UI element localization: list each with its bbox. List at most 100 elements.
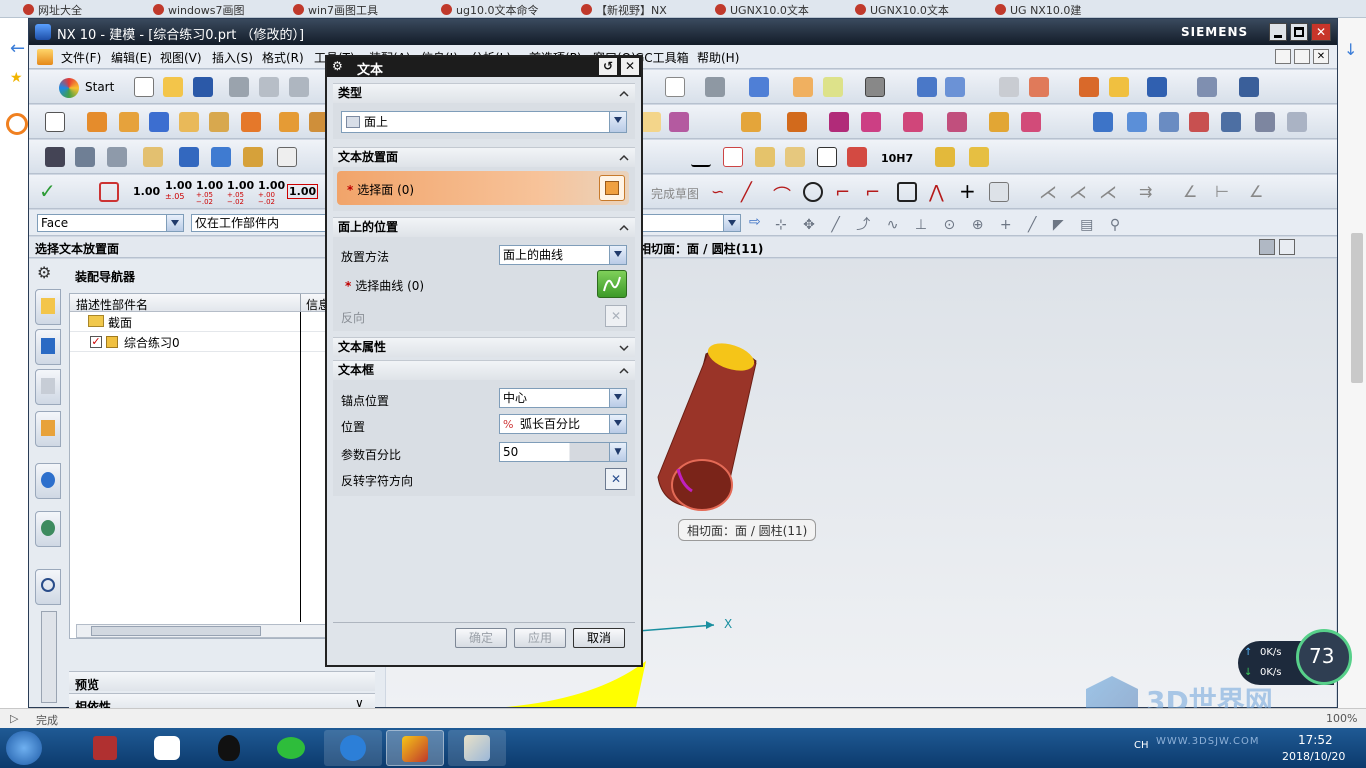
scope-combo[interactable]: 仅在工作部件内 [191,214,331,232]
chevron-down-icon[interactable] [609,246,626,264]
reuse-library-tab[interactable] [35,411,61,447]
select-face-row[interactable]: * 选择面 (0) [337,171,629,205]
snap-icon[interactable] [917,77,937,97]
cut-icon[interactable] [229,77,249,97]
cylinder-body[interactable] [657,338,758,511]
chevron-up-icon[interactable] [619,153,629,163]
clock-date[interactable]: 2018/10/20 [1282,750,1345,763]
fillet-icon[interactable]: ⌐ [835,182,855,203]
finish-sketch-label[interactable]: 完成草图 [651,185,699,202]
menu-file[interactable]: 文件(F) [61,49,101,66]
clock-tab[interactable] [35,569,61,605]
add-component-icon[interactable] [179,147,199,167]
snap-filter-combo[interactable] [641,214,741,232]
paste-icon[interactable] [289,77,309,97]
apply-button[interactable]: 应用 [514,628,566,648]
sew-icon[interactable] [1287,112,1307,132]
draft-icon[interactable] [641,112,661,132]
extrude-icon[interactable] [87,112,107,132]
tolerance-label[interactable]: 10H7 [881,152,913,165]
part-navigator-tab[interactable] [35,369,61,405]
panel-restore-icon[interactable] [1279,239,1295,255]
orient-icon[interactable] [793,77,813,97]
intersect-icon[interactable] [829,112,849,132]
start-orb-icon[interactable] [6,731,42,765]
mesh-icon[interactable] [1127,112,1147,132]
taskbar-wechat-icon[interactable] [262,730,320,766]
offset-curve-icon[interactable]: ⇉ [1139,182,1159,202]
decimal-6[interactable]: 1.00 [287,184,319,199]
cancel-button[interactable]: 取消 [573,628,625,648]
layer-icon[interactable] [75,147,95,167]
doc-close-button[interactable]: ✕ [1313,49,1329,64]
mirror-icon[interactable] [947,112,967,132]
placement-method-select[interactable]: 面上的曲线 [499,245,627,265]
clip-icon[interactable] [823,77,843,97]
chevron-up-icon[interactable] [619,366,629,376]
dim-icon[interactable] [847,147,867,167]
chevron-down-icon[interactable] [609,112,626,132]
sheet-icon[interactable] [755,147,775,167]
tab-scrollbar[interactable] [41,611,57,703]
combine-icon[interactable] [1021,112,1041,132]
corner-icon[interactable]: ⋌ [1099,182,1119,203]
extension-icon[interactable] [1221,112,1241,132]
chevron-up-icon[interactable] [619,89,629,99]
shape-icon[interactable] [989,182,1009,202]
blend-icon[interactable] [1189,112,1209,132]
triangle-icon[interactable] [691,147,711,167]
menu-view[interactable]: 视图(V) [160,49,202,66]
decimal-2[interactable]: 1.00 [165,179,192,192]
wcs-icon[interactable] [1029,77,1049,97]
start-button[interactable]: Start [85,80,114,94]
group-text-box-header[interactable]: 文本框 [333,360,635,380]
split-body-icon[interactable] [903,112,923,132]
polygon-icon[interactable]: ⋀ [929,182,949,203]
background-icon[interactable] [865,77,885,97]
point-icon[interactable]: + [959,181,979,202]
measure-icon[interactable] [1079,77,1099,97]
bridge-icon[interactable] [1255,112,1275,132]
assembly-constraint-icon[interactable] [243,147,263,167]
maximize-button[interactable] [1290,23,1308,41]
close-icon[interactable]: ✕ [621,58,639,75]
hole-icon[interactable] [149,112,169,132]
dialog-gear-icon[interactable]: ⚙ [332,59,343,73]
chamfer-icon[interactable]: ⌐ [865,182,885,203]
doc-restore-button[interactable] [1294,49,1310,64]
rectangle-icon[interactable] [897,182,917,202]
ok-button[interactable]: 确定 [455,628,507,648]
reverse-direction-icon[interactable]: ✕ [605,305,627,327]
menu-insert[interactable]: 插入(S) [212,49,253,66]
taskbar-qq-icon[interactable] [200,730,258,766]
boss-icon[interactable] [179,112,199,132]
chevron-down-icon[interactable] [609,389,626,407]
start-icon[interactable] [59,78,79,98]
snap-point-icons[interactable]: ⊹ ✥ ╱ ⤴ ∿ ⊥ ⊙ ⊕ + ╱ ◤ ▤ ⚲ [775,214,1126,234]
reset-icon[interactable]: ↺ [599,58,617,75]
pocket-icon[interactable] [209,112,229,132]
taskbar-sogou-icon[interactable] [324,730,382,766]
constraint-icon[interactable] [45,147,65,167]
chevron-down-icon[interactable] [723,215,740,231]
back-arrow-icon[interactable]: ← [10,38,25,59]
revolve-icon[interactable] [119,112,139,132]
column-header-name[interactable]: 描述性部件名 [76,296,148,313]
group-text-props-header[interactable]: 文本属性 [333,337,635,357]
clock-time[interactable]: 17:52 [1298,733,1333,747]
browser-tab[interactable]: 网址大全 [20,2,120,18]
ime-indicator[interactable]: CH [1134,740,1149,751]
ruler-icon[interactable] [1239,77,1259,97]
position-select[interactable]: % 弧长百分比 [499,414,627,434]
chevron-down-icon[interactable] [166,215,183,231]
anchor-select[interactable]: 中心 [499,388,627,408]
dimension-icon[interactable] [99,182,119,202]
tag-icon[interactable] [143,147,163,167]
copy-icon[interactable] [259,77,279,97]
chevron-down-icon[interactable] [609,415,626,433]
cpu-gauge[interactable]: 73 [1296,629,1352,685]
close-icon[interactable]: ✕ [1311,23,1331,41]
download-icon[interactable]: ↓ [1344,40,1357,59]
surface-icon[interactable] [1093,112,1113,132]
menu-app-icon[interactable] [37,49,53,65]
